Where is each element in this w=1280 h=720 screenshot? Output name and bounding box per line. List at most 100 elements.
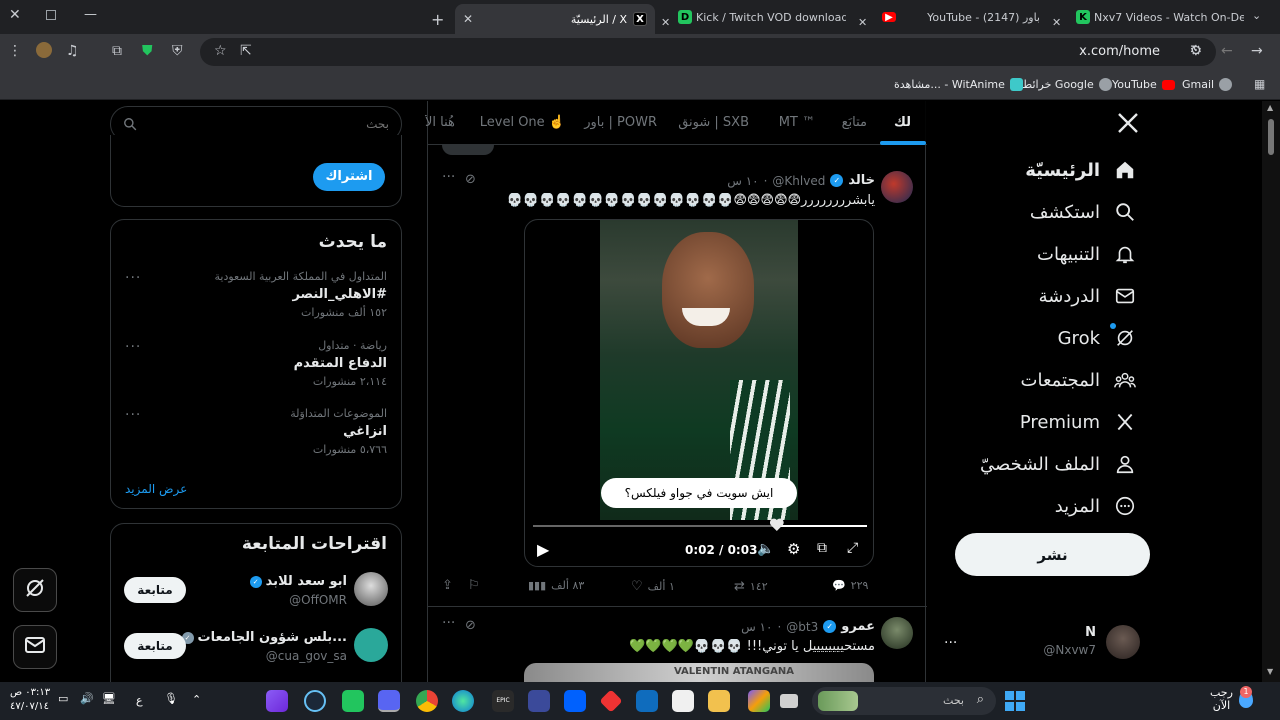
new-posts-pill[interactable] bbox=[442, 145, 494, 155]
nav-profile[interactable]: الملف الشخصيّ bbox=[980, 451, 1138, 477]
play-icon[interactable]: ▶ bbox=[537, 540, 549, 559]
media-control-icon[interactable]: ♫ bbox=[66, 43, 79, 59]
nav-notifications[interactable]: التنبيهات bbox=[1037, 241, 1138, 267]
tab-x-home[interactable]: ✕ الرئيسيّة / X X bbox=[455, 4, 655, 34]
extension-avatar-icon[interactable] bbox=[36, 42, 52, 58]
suggestion-row[interactable]: ابو سعد للابد ✓ @OffOMR متابعة bbox=[111, 570, 401, 610]
follow-button[interactable]: متابعة bbox=[124, 633, 186, 659]
avatar[interactable] bbox=[354, 628, 388, 662]
bookmark-gmail[interactable]: Gmail bbox=[1182, 78, 1233, 91]
tab-kick[interactable]: D Kick / Twitch VOD downloader bbox=[672, 4, 852, 30]
edge-icon[interactable] bbox=[452, 690, 474, 712]
trend-item[interactable]: المتداول في المملكة العربية السعودية #ال… bbox=[214, 270, 387, 319]
extensions-icon[interactable]: ⧉ bbox=[112, 43, 122, 59]
steam-icon[interactable] bbox=[304, 690, 326, 712]
like-action[interactable]: ♡ ١ ألف bbox=[631, 579, 675, 594]
store-icon[interactable] bbox=[672, 690, 694, 712]
scroll-up-icon[interactable]: ▲ bbox=[1267, 103, 1273, 112]
video-scrubber[interactable] bbox=[770, 518, 784, 532]
tab-for-you[interactable]: لك bbox=[894, 115, 911, 130]
close-icon[interactable]: ✕ bbox=[661, 9, 670, 35]
suggestion-row[interactable]: ...بلس شؤون الجامعات ✓ @cua_gov_sa متابع… bbox=[111, 626, 401, 666]
x-logo-icon[interactable] bbox=[1116, 111, 1142, 137]
chrome-icon[interactable] bbox=[416, 690, 438, 712]
bookmark-youtube[interactable]: YouTube bbox=[1112, 78, 1175, 91]
views-action[interactable]: ▮▮▮ ٨٣ ألف bbox=[528, 579, 584, 592]
tweet-handle[interactable]: @bt3 bbox=[786, 620, 818, 634]
post-button[interactable]: نشر bbox=[955, 533, 1150, 576]
more-icon[interactable]: ··· bbox=[125, 339, 141, 355]
scroll-down-icon[interactable]: ▼ bbox=[1267, 667, 1273, 676]
more-icon[interactable]: ··· bbox=[125, 270, 141, 286]
settings-icon[interactable]: ⚙ bbox=[787, 540, 800, 558]
tweet[interactable]: عمرو ✓ @bt3 · ١٠ س ⊘ ··· مستحييييييييل ي… bbox=[428, 607, 927, 682]
bookmark-icon[interactable]: ⚐ bbox=[468, 578, 480, 593]
subscribe-button[interactable]: اشتراك bbox=[313, 163, 385, 191]
nav-premium[interactable]: Premium bbox=[1020, 409, 1138, 435]
avatar[interactable] bbox=[881, 617, 913, 649]
pip-icon[interactable]: ⧉ bbox=[817, 540, 827, 556]
messages-float-button[interactable] bbox=[13, 625, 57, 669]
dropbox-icon[interactable] bbox=[564, 690, 586, 712]
file-explorer-icon[interactable] bbox=[708, 690, 730, 712]
volume-icon[interactable]: 🔊 bbox=[80, 692, 94, 705]
nav-chat[interactable]: الدردشة bbox=[1039, 283, 1138, 309]
more-icon[interactable]: ··· bbox=[442, 169, 455, 185]
clock[interactable]: ٠٣:١٣ ص ٤٧/٠٧/١٤ bbox=[10, 686, 50, 714]
tweet-video[interactable]: ايش سويت في جواو فيلكس؟ ▶ 0:02 / 0:03 🔈 … bbox=[524, 219, 874, 567]
more-icon[interactable]: ··· bbox=[442, 615, 455, 631]
microphone-icon[interactable]: 🎙 bbox=[164, 692, 178, 705]
network-icon[interactable]: 🖥 bbox=[102, 692, 116, 705]
shield-icon[interactable]: ⛨ bbox=[172, 43, 183, 59]
close-icon[interactable]: ✕ bbox=[858, 9, 867, 35]
tab-following[interactable]: متابَع bbox=[842, 115, 867, 130]
avatar[interactable] bbox=[354, 572, 388, 606]
reload-icon[interactable]: ↻ bbox=[1190, 43, 1202, 59]
volume-icon[interactable]: 🔈 bbox=[757, 541, 774, 557]
grok-float-button[interactable] bbox=[13, 568, 57, 612]
app-icon[interactable] bbox=[528, 690, 550, 712]
nav-communities[interactable]: المجتمعات bbox=[1021, 367, 1138, 393]
nav-home[interactable]: الرئيسيّة bbox=[1025, 157, 1138, 183]
tab-youtube[interactable]: ▶ YouTube - باور (2147) bbox=[876, 4, 1046, 30]
reply-action[interactable]: 💬 ٢٢٩ bbox=[832, 579, 868, 592]
task-view-icon[interactable] bbox=[780, 694, 798, 708]
battery-icon[interactable]: ▭ bbox=[58, 692, 68, 705]
tweet[interactable]: خالد ✓ @Khlved · ١٠ س ⊘ ··· يابشرررررررر… bbox=[428, 161, 927, 607]
avatar[interactable] bbox=[881, 171, 913, 203]
tab-huna[interactable]: هُنا الأ bbox=[425, 115, 465, 130]
forward-icon[interactable]: → bbox=[1251, 43, 1263, 59]
start-icon[interactable] bbox=[1004, 690, 1026, 712]
tweet-time[interactable]: ١٠ س bbox=[727, 174, 758, 188]
scrollbar-thumb[interactable] bbox=[1268, 119, 1274, 155]
close-window-icon[interactable]: ✕ bbox=[9, 7, 21, 23]
tweet-handle[interactable]: @Khlved bbox=[772, 174, 825, 188]
discord-icon[interactable] bbox=[378, 690, 400, 712]
show-hidden-icon[interactable]: ⌃ bbox=[192, 693, 201, 706]
app-green-icon[interactable] bbox=[342, 690, 364, 712]
trend-item[interactable]: رياضة · متداول الدفاع المتقدم ٢،١١٤ منشو… bbox=[294, 339, 387, 388]
search-input[interactable] bbox=[149, 117, 389, 131]
copilot-icon[interactable] bbox=[748, 690, 770, 712]
tab-nxv7[interactable]: K Nxv7 Videos - Watch On-Dema bbox=[1070, 4, 1250, 30]
tweet-time[interactable]: ١٠ س bbox=[741, 620, 772, 634]
trend-item[interactable]: الموضوعات المتداوَلة انزاغي ٥،٧٦٦ منشورا… bbox=[290, 407, 387, 456]
nav-more[interactable]: المزيد bbox=[1055, 493, 1138, 519]
apps-icon[interactable]: ▦ bbox=[1254, 77, 1265, 91]
taskbar-search[interactable]: ⌕ بحث bbox=[812, 687, 996, 715]
language-indicator[interactable]: ع bbox=[136, 694, 143, 707]
install-app-icon[interactable]: ⇱ bbox=[240, 43, 252, 59]
account-switcher[interactable]: N @Nxvw7 ... bbox=[940, 621, 1150, 663]
back-icon[interactable]: ← bbox=[1221, 43, 1233, 59]
show-more-link[interactable]: عرض المزيد bbox=[125, 482, 187, 496]
restore-icon[interactable] bbox=[46, 10, 56, 20]
tab-level-one[interactable]: Level One ☝️ bbox=[480, 115, 565, 130]
bookmark-star-icon[interactable]: ☆ bbox=[214, 43, 227, 59]
tweet-author-name[interactable]: عمرو bbox=[841, 619, 875, 634]
chevron-down-icon[interactable]: ⌄ bbox=[1252, 9, 1261, 22]
close-icon[interactable]: ✕ bbox=[1052, 9, 1061, 35]
adblock-icon[interactable]: ⛊ bbox=[142, 43, 153, 59]
nav-grok[interactable]: Grok bbox=[1058, 323, 1138, 351]
address-bar[interactable]: ☆ ⇱ x.com/home ⚙ bbox=[200, 38, 1216, 66]
new-tab-icon[interactable]: + bbox=[431, 6, 444, 32]
